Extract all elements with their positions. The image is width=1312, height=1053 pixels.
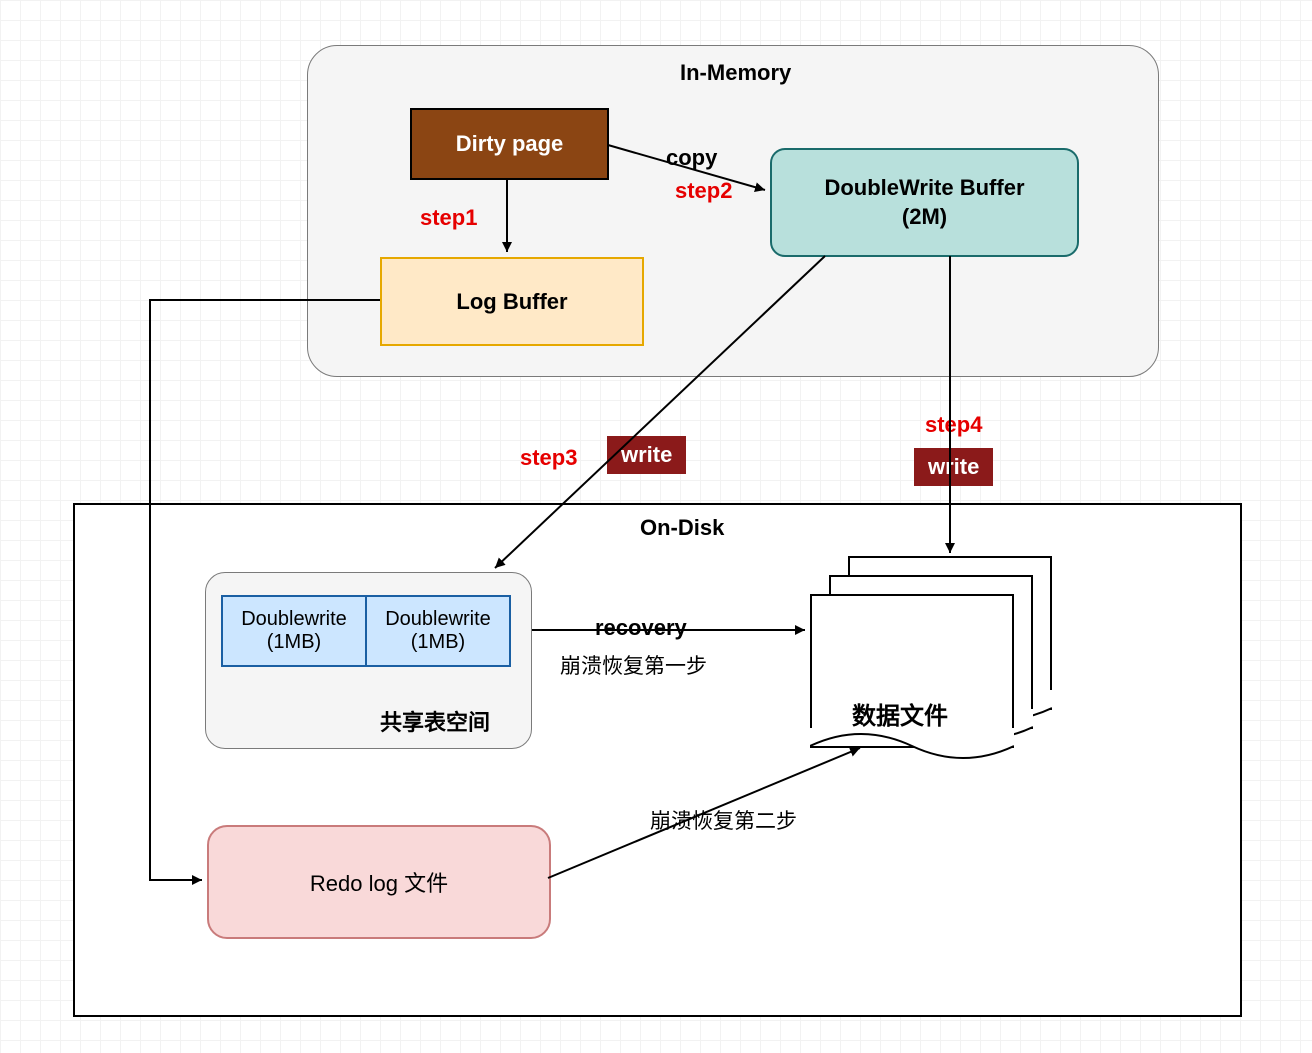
dw2-line2: (1MB) — [411, 631, 465, 654]
doublewrite-buffer-label-line2: (2M) — [902, 203, 947, 232]
write-tag-2-label: write — [928, 454, 979, 479]
recovery-label: recovery — [595, 615, 687, 641]
step4-label: step4 — [925, 412, 982, 438]
doublewrite-buffer-label-line1: DoubleWrite Buffer — [824, 174, 1024, 203]
in-memory-title: In-Memory — [680, 60, 791, 86]
step1-label: step1 — [420, 205, 477, 231]
log-buffer-box: Log Buffer — [380, 257, 644, 346]
doublewrite-cell-2: Doublewrite (1MB) — [367, 595, 511, 667]
shared-tablespace-label: 共享表空间 — [380, 705, 490, 737]
data-file-stack: 数据文件 — [810, 556, 1050, 756]
redo-log-box: Redo log 文件 — [207, 825, 551, 939]
write-tag-1: write — [607, 436, 686, 474]
dirty-page-box: Dirty page — [410, 108, 609, 180]
recovery-step2-sub: 崩溃恢复第二步 — [650, 805, 797, 835]
copy-label: copy — [666, 145, 717, 171]
redo-log-label: Redo log 文件 — [310, 866, 448, 898]
log-buffer-label: Log Buffer — [456, 289, 567, 315]
wave-bottom-icon — [810, 728, 1014, 764]
dirty-page-label: Dirty page — [456, 131, 564, 157]
data-file-sheet-front: 数据文件 — [810, 594, 1014, 748]
shared-tablespace-cells: Doublewrite (1MB) Doublewrite (1MB) — [221, 595, 511, 667]
data-file-label: 数据文件 — [852, 696, 948, 731]
write-tag-1-label: write — [621, 442, 672, 467]
diagram-stage: In-Memory Dirty page DoubleWrite Buffer … — [0, 0, 1312, 1053]
doublewrite-buffer-box: DoubleWrite Buffer (2M) — [770, 148, 1079, 257]
on-disk-title: On-Disk — [640, 515, 724, 541]
dw2-line1: Doublewrite — [385, 608, 491, 631]
dw1-line1: Doublewrite — [241, 608, 347, 631]
doublewrite-cell-1: Doublewrite (1MB) — [221, 595, 367, 667]
write-tag-2: write — [914, 448, 993, 486]
dw1-line2: (1MB) — [267, 631, 321, 654]
recovery-step1-sub: 崩溃恢复第一步 — [560, 650, 707, 680]
step2-label: step2 — [675, 178, 732, 204]
step3-label: step3 — [520, 445, 577, 471]
